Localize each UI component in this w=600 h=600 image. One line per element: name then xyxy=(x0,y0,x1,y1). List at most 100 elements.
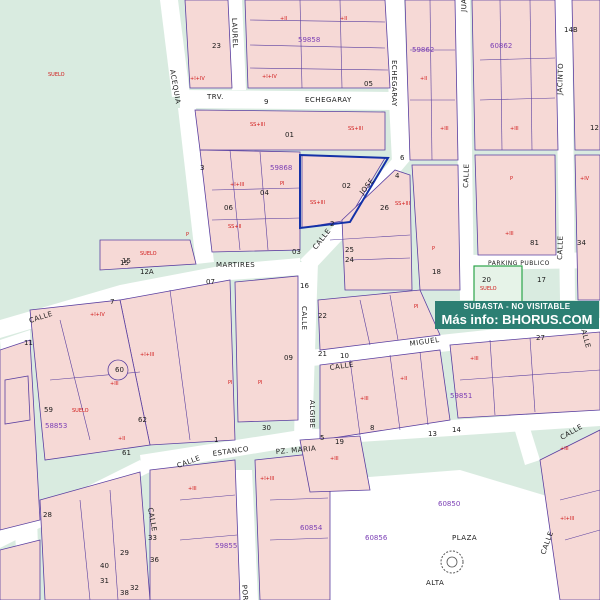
block-number: 4 xyxy=(395,172,400,180)
block-number: 8 xyxy=(370,424,374,432)
street-label: JACINTO xyxy=(556,63,565,96)
parcel-id: 58853 xyxy=(45,422,67,430)
block-number: 14 xyxy=(452,426,461,434)
block-number: 38 xyxy=(120,589,129,597)
block-number: 60 xyxy=(115,366,124,374)
parcel-id: 59858 xyxy=(298,36,320,44)
auction-banner[interactable]: SUBASTA - NO VISITABLE Más info: BHORUS.… xyxy=(435,301,599,329)
red-label: PI xyxy=(228,380,233,386)
block-number: 14B xyxy=(564,26,578,34)
parcel-id: 60856 xyxy=(365,534,388,542)
red-label: SUELO xyxy=(480,286,497,292)
block-number: 34 xyxy=(577,239,586,247)
red-label: SS+III xyxy=(348,126,363,132)
block-number: 09 xyxy=(284,354,293,362)
red-label: +II xyxy=(280,16,287,22)
red-label: +I+IV xyxy=(190,76,205,82)
block-number: 40 xyxy=(100,562,109,570)
block-number: 61 xyxy=(122,449,131,457)
red-label: +II xyxy=(400,376,407,382)
street-label: PORNO xyxy=(240,584,250,600)
red-label: +I+IV xyxy=(90,312,105,318)
block-number: 6 xyxy=(400,154,405,162)
street-label: ECHEGARAY xyxy=(390,60,398,107)
block-number: 31 xyxy=(100,577,109,585)
red-label: +III xyxy=(510,126,519,132)
street-label: CALLE xyxy=(300,306,308,330)
street-label: ALGIBE xyxy=(308,400,316,428)
block-number: 22 xyxy=(318,312,327,320)
block-number: 2 xyxy=(330,220,334,228)
block-number: 01 xyxy=(285,131,294,139)
block-number: 03 xyxy=(292,248,301,256)
red-label: +I+III xyxy=(230,182,244,188)
parcel-id: 59868 xyxy=(270,164,292,172)
block-number: 26 xyxy=(380,204,389,212)
parcel-id: 59855 xyxy=(215,542,237,550)
red-label: PI xyxy=(258,380,263,386)
red-label: +III xyxy=(360,396,369,402)
block-number: 23 xyxy=(212,42,221,50)
block-number: 16 xyxy=(300,282,309,290)
street-label: PARKING PUBLICO xyxy=(488,260,550,267)
red-label: P xyxy=(432,246,435,252)
banner-info-link[interactable]: Más info: BHORUS.COM xyxy=(435,312,599,328)
block-number: 1 xyxy=(214,436,218,444)
block-number: 59 xyxy=(44,406,53,414)
red-label: +II xyxy=(118,436,125,442)
red-label: +IV xyxy=(580,176,590,182)
street-label: PLAZA xyxy=(452,534,477,542)
parcel-id: 60862 xyxy=(490,42,512,50)
red-label: +II xyxy=(420,76,427,82)
red-label: SUELO xyxy=(72,408,89,414)
red-label: SUELO xyxy=(140,251,157,257)
parcel-id: 59862 xyxy=(412,46,434,54)
red-label: SUELO xyxy=(48,72,65,78)
parcel-id: 60854 xyxy=(300,524,323,532)
block-number: 25 xyxy=(345,246,354,254)
block-number: 20 xyxy=(482,276,491,284)
red-label: SS+III xyxy=(250,122,265,128)
block-number: 5 xyxy=(320,434,324,442)
red-label: PI xyxy=(280,181,285,187)
block-number: 81 xyxy=(530,239,539,247)
red-label: P xyxy=(510,176,513,182)
block-number: 3 xyxy=(200,164,204,172)
street-label: LAUREL xyxy=(230,18,239,48)
block-number: 27 xyxy=(536,334,545,342)
block-number: 7 xyxy=(110,298,114,306)
block-number: 30 xyxy=(262,424,271,432)
red-label: PI xyxy=(414,304,419,310)
street-label: JUAN xyxy=(460,0,469,13)
red-label: +III xyxy=(440,126,449,132)
block-number: 24 xyxy=(345,256,354,264)
street-label: CALLE xyxy=(462,163,471,188)
red-label: SS+III xyxy=(310,200,325,206)
street-label: ALTA xyxy=(426,579,444,587)
red-label: +I+III xyxy=(260,476,274,482)
block-number: 02 xyxy=(342,182,351,190)
block-number: 04 xyxy=(260,189,269,197)
block-number: 11 xyxy=(24,339,33,347)
block-number: 21 xyxy=(318,350,327,358)
block-number: 29 xyxy=(120,549,129,557)
block-number: 28 xyxy=(43,511,52,519)
red-label: +III xyxy=(110,381,119,387)
red-label: +I+III xyxy=(140,352,154,358)
block-number: 05 xyxy=(364,80,373,88)
block-number: 17 xyxy=(537,276,546,284)
block-number: 33 xyxy=(148,534,157,542)
block-number: 32 xyxy=(130,584,139,592)
banner-status: SUBASTA - NO VISITABLE xyxy=(463,302,571,311)
red-label: +III xyxy=(505,231,514,237)
block-number: 36 xyxy=(150,556,159,564)
red-label: +II xyxy=(340,16,347,22)
block-number: 06 xyxy=(224,204,233,212)
red-label: +III xyxy=(470,356,479,362)
parcel-id: 60850 xyxy=(438,500,460,508)
red-label: P xyxy=(186,232,189,238)
red-label: +I+IV xyxy=(262,74,277,80)
street-label: CALLE xyxy=(556,235,565,260)
street-label: TRV. xyxy=(206,93,224,101)
cadastral-map[interactable]: ECHEGARAY TRV. ECHEGARAY MARTIRES CALLE … xyxy=(0,0,600,600)
